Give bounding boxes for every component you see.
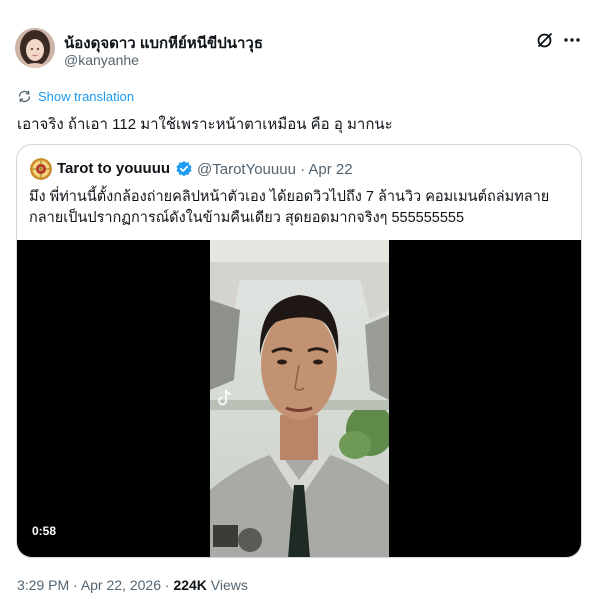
quoted-handle-date: @TarotYouuuu · Apr 22 bbox=[197, 161, 353, 178]
tweet-text: เอาจริง ถ้าเอา 112 มาใช้เพราะหน้าตาเหมือ… bbox=[17, 116, 393, 133]
quoted-author-name[interactable]: Tarot to youuuu bbox=[57, 160, 170, 177]
post-metadata: 3:29 PM · Apr 22, 2026 · 224K Views bbox=[17, 577, 248, 593]
avatar-image bbox=[15, 28, 55, 68]
video-player[interactable]: 0:58 bbox=[17, 240, 581, 557]
show-translation-link[interactable]: Show translation bbox=[17, 88, 134, 104]
more-icon[interactable] bbox=[560, 30, 584, 50]
views-label: Views bbox=[206, 577, 248, 593]
tarot-logo-icon bbox=[30, 158, 52, 180]
author-handle[interactable]: @kanyanhe bbox=[64, 52, 139, 68]
quoted-author-avatar[interactable] bbox=[30, 158, 52, 180]
video-thumbnail bbox=[210, 240, 389, 557]
quoted-text-line: กลายเป็นปรากฏการณ์ดังในข้ามคืนเดียว สุดย… bbox=[29, 210, 465, 226]
quoted-tweet-text: มึง พี่ท่านนี้ตั้งกล้องถ่ายคลิปหน้าตัวเอ… bbox=[29, 187, 574, 229]
translate-icon bbox=[18, 90, 31, 102]
video-duration: 0:58 bbox=[32, 524, 57, 538]
author-avatar[interactable] bbox=[15, 28, 55, 68]
meta-separator: · bbox=[160, 577, 174, 593]
meta-separator: · bbox=[69, 577, 81, 593]
verified-badge-icon bbox=[175, 160, 193, 178]
views-count[interactable]: 224K bbox=[173, 577, 206, 593]
post-date[interactable]: Apr 22, 2026 bbox=[81, 577, 161, 593]
quoted-tweet-card[interactable]: Tarot to youuuu @TarotYouuuu · Apr 22 มึ… bbox=[16, 144, 582, 558]
grok-icon[interactable] bbox=[535, 30, 555, 50]
show-translation-label: Show translation bbox=[38, 88, 135, 104]
quoted-text-line: มึง พี่ท่านนี้ตั้งกล้องถ่ายคลิปหน้าตัวเอ… bbox=[29, 189, 550, 205]
post-time[interactable]: 3:29 PM bbox=[17, 577, 69, 593]
